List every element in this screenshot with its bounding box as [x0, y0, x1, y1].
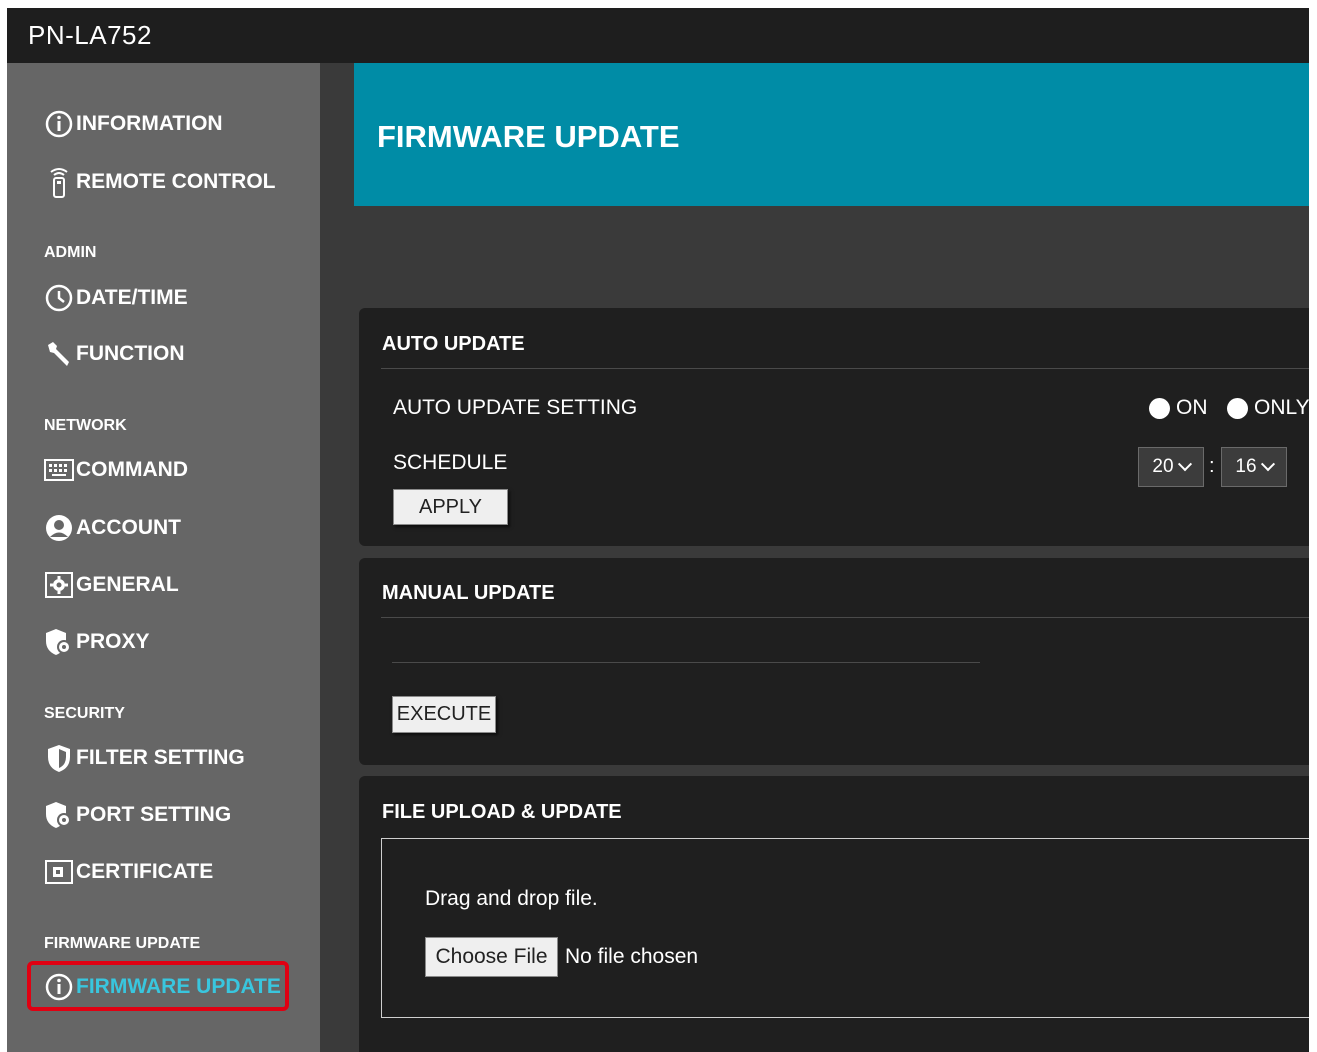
section-firmware-update: FIRMWARE UPDATE: [44, 935, 201, 952]
minute-select[interactable]: 16: [1221, 447, 1287, 487]
hour-value: 20: [1152, 456, 1174, 477]
sidebar-item-information[interactable]: INFORMATION: [44, 106, 223, 142]
card-title: FILE UPLOAD & UPDATE: [382, 801, 622, 823]
sidebar-item-general[interactable]: GENERAL: [44, 567, 179, 603]
sidebar-item-label: CERTIFICATE: [76, 860, 214, 883]
auto-update-setting-label: AUTO UPDATE SETTING: [393, 396, 638, 419]
sidebar-item-function[interactable]: FUNCTION: [44, 336, 185, 372]
file-status: No file chosen: [565, 945, 699, 968]
shield-icon: [44, 743, 74, 773]
sidebar-item-label: DATE/TIME: [76, 286, 188, 309]
sidebar-item-label: FILTER SETTING: [76, 746, 245, 769]
sidebar-item-label: ACCOUNT: [76, 516, 181, 539]
shield-gear-icon: [44, 800, 74, 830]
card-title: AUTO UPDATE: [382, 333, 525, 355]
auto-update-card: AUTO UPDATE AUTO UPDATE SETTING ON ONLY …: [359, 308, 1309, 546]
choose-file-button[interactable]: Choose File: [425, 937, 558, 977]
user-icon: [44, 513, 74, 543]
radio-only[interactable]: ONLY: [1227, 396, 1309, 420]
execute-button[interactable]: EXECUTE: [392, 696, 496, 733]
divider: [381, 368, 1309, 369]
page-title: FIRMWARE UPDATE: [377, 119, 680, 154]
browser-frame: PN-LA752 INFORMATION REMOTE CONTROL ADMI…: [7, 8, 1309, 1052]
radio-label: ON: [1176, 396, 1208, 419]
manual-update-card: MANUAL UPDATE EXECUTE: [359, 558, 1309, 765]
sidebar-item-filter-setting[interactable]: FILTER SETTING: [44, 740, 245, 776]
info-icon: [44, 109, 74, 139]
shield-gear-icon: [44, 627, 74, 657]
sidebar-item-port-setting[interactable]: PORT SETTING: [44, 797, 231, 833]
sidebar-item-certificate[interactable]: CERTIFICATE: [44, 854, 213, 890]
section-admin: ADMIN: [44, 244, 97, 261]
time-separator: :: [1209, 455, 1215, 477]
sidebar-item-label: FUNCTION: [76, 342, 185, 365]
info-icon: [44, 972, 74, 1002]
minute-value: 16: [1235, 456, 1257, 477]
radio-label: ONLY: [1254, 396, 1309, 419]
chevron-down-icon: [1260, 457, 1275, 472]
section-network: NETWORK: [44, 417, 127, 434]
radio-on[interactable]: ON: [1149, 396, 1208, 420]
progress-track: [392, 662, 980, 663]
card-title: MANUAL UPDATE: [382, 582, 555, 604]
top-bar: PN-LA752: [7, 8, 1309, 63]
sidebar-item-label: PORT SETTING: [76, 803, 232, 826]
hour-select[interactable]: 20: [1138, 447, 1204, 487]
apply-button[interactable]: APPLY: [393, 489, 508, 525]
sidebar-item-proxy[interactable]: PROXY: [44, 624, 150, 660]
app-title: PN-LA752: [28, 20, 152, 50]
keyboard-icon: [44, 455, 74, 485]
sidebar-item-account[interactable]: ACCOUNT: [44, 510, 181, 546]
sidebar-item-label: COMMAND: [76, 458, 188, 481]
sidebar-item-label: INFORMATION: [76, 112, 223, 135]
sidebar-item-remote-control[interactable]: REMOTE CONTROL: [44, 164, 276, 200]
page-banner: FIRMWARE UPDATE: [354, 63, 1309, 206]
radio-circle: [1149, 397, 1170, 419]
radio-circle: [1227, 397, 1248, 419]
sidebar-item-label: FIRMWARE UPDATE: [76, 975, 281, 998]
sidebar-item-date-time[interactable]: DATE/TIME: [44, 280, 188, 316]
divider: [381, 617, 1309, 618]
clock-icon: [44, 283, 74, 313]
drop-instruction: Drag and drop file.: [425, 887, 598, 910]
section-security: SECURITY: [44, 705, 125, 722]
file-upload-card: FILE UPLOAD & UPDATE Drag and drop file.…: [359, 776, 1309, 1052]
sidebar-item-label: REMOTE CONTROL: [76, 170, 276, 193]
sidebar-item-command[interactable]: COMMAND: [44, 452, 188, 488]
drop-zone[interactable]: Drag and drop file. Choose File No file …: [381, 838, 1309, 1018]
chevron-down-icon: [1177, 457, 1192, 472]
sidebar-item-label: PROXY: [76, 630, 150, 653]
remote-icon: [44, 167, 74, 198]
main-content: FIRMWARE UPDATE AUTO UPDATE AUTO UPDATE …: [320, 63, 1309, 1052]
gear-icon: [44, 570, 74, 600]
wrench-icon: [44, 339, 74, 369]
sidebar-item-label: GENERAL: [76, 573, 179, 596]
sidebar: INFORMATION REMOTE CONTROL ADMIN DATE/TI…: [7, 63, 320, 1052]
sidebar-item-firmware-update[interactable]: FIRMWARE UPDATE: [44, 969, 281, 1005]
schedule-label: SCHEDULE: [393, 451, 508, 474]
certificate-icon: [44, 857, 74, 887]
